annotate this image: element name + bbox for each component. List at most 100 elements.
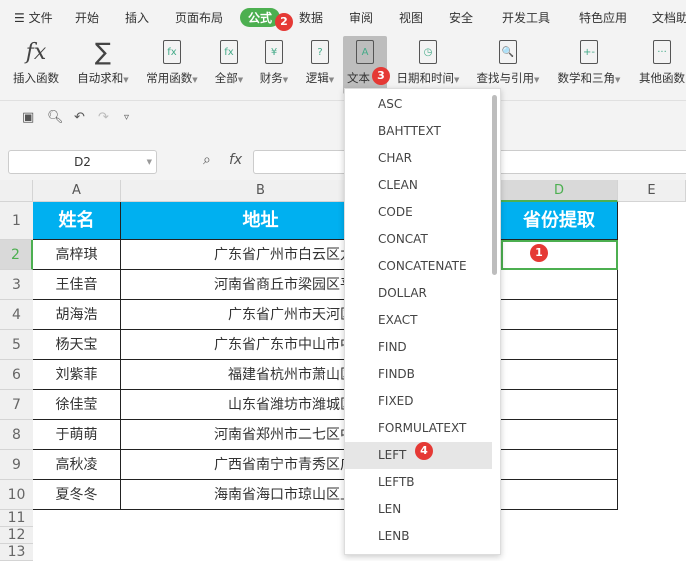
math-trig-button[interactable]: +- 数学和三角▼ [553, 36, 625, 90]
more-functions-button[interactable]: ··· 其他函数 [634, 36, 686, 90]
name-cell[interactable]: 高秋凌 [33, 450, 121, 480]
row-header[interactable]: 1 [0, 202, 33, 240]
name-cell[interactable]: 王佳音 [33, 270, 121, 300]
fx-icon: fx [25, 39, 47, 65]
star-book-icon: fx [163, 40, 181, 64]
tab-file[interactable]: ☰ 文件 [14, 9, 53, 26]
row-header[interactable]: 4 [0, 300, 33, 330]
quick-access-toolbar: ▣ 🔍︎ ↶ ↷ ▿ [0, 100, 686, 136]
select-all-corner[interactable] [0, 180, 33, 202]
lookup-reference-button[interactable]: 🔍 查找与引用▼ [472, 36, 544, 90]
step-badge-4: 4 [415, 442, 433, 460]
tab-special[interactable]: 特色应用 [579, 9, 627, 26]
menu-tabs: ☰ 文件 开始 插入 页面布局 公式 2 数据 审阅 视图 安全 开发工具 特色… [0, 0, 686, 36]
common-functions-button[interactable]: fx 常用函数▼ [142, 36, 202, 90]
fx-icon[interactable]: fx [229, 152, 242, 168]
text-functions-button[interactable]: A 文本 [343, 36, 387, 94]
spreadsheet-grid: A B C D E 12345678910111213 姓名地址省份提取高梓琪广… [0, 180, 686, 561]
header-province-cell[interactable]: 省份提取 [501, 202, 618, 240]
row-header[interactable]: 10 [0, 480, 33, 510]
dots-book-icon: ··· [653, 40, 671, 64]
tab-data[interactable]: 数据 [299, 9, 323, 26]
tab-insert[interactable]: 插入 [125, 9, 149, 26]
ribbon: fx 插入函数 ∑ 自动求和▼ fx 常用函数▼ fx 全部▼ ¥ 财务▼ ? 逻辑▼ A文… [0, 36, 686, 100]
function-item-exact[interactable]: EXACT [345, 307, 492, 334]
logical-button[interactable]: ? 逻辑▼ [302, 36, 338, 90]
tab-view[interactable]: 视图 [399, 9, 423, 26]
print-preview-icon[interactable]: 🔍︎ [47, 110, 64, 125]
customize-toolbar-icon[interactable]: ▿ [124, 112, 129, 123]
name-cell[interactable]: 于萌萌 [33, 420, 121, 450]
clock-book-icon: ◷ [419, 40, 437, 64]
province-cell[interactable] [501, 330, 618, 360]
row-header[interactable]: 5 [0, 330, 33, 360]
name-cell[interactable]: 高梓琪 [33, 240, 121, 270]
name-box[interactable]: D2 ▼ [8, 150, 157, 174]
selected-cell-d2[interactable] [501, 240, 618, 270]
row-header[interactable]: 13 [0, 544, 33, 561]
name-cell[interactable]: 胡海浩 [33, 300, 121, 330]
step-badge-2: 2 [275, 13, 293, 31]
redo-icon[interactable]: ↷ [98, 110, 109, 125]
all-functions-button[interactable]: fx 全部▼ [211, 36, 247, 90]
dropdown-scrollbar[interactable] [492, 95, 497, 275]
autosum-button[interactable]: ∑ 自动求和▼ [73, 36, 133, 90]
name-cell[interactable]: 徐佳莹 [33, 390, 121, 420]
financial-button[interactable]: ¥ 财务▼ [256, 36, 292, 90]
province-cell[interactable] [501, 300, 618, 330]
province-cell[interactable] [501, 390, 618, 420]
row-header[interactable]: 2 [0, 240, 33, 270]
plus-minus-book-icon: +- [580, 40, 598, 64]
row-header[interactable]: 3 [0, 270, 33, 300]
step-badge-3: 3 [372, 67, 390, 85]
function-item-find[interactable]: FIND [345, 334, 492, 361]
tab-doc-helper[interactable]: 文档助 [652, 9, 686, 26]
function-item-fixed[interactable]: FIXED [345, 388, 492, 415]
function-item-clean[interactable]: CLEAN [345, 172, 492, 199]
province-cell[interactable] [501, 360, 618, 390]
tab-review[interactable]: 审阅 [349, 9, 373, 26]
column-header-d[interactable]: D [501, 180, 618, 202]
step-badge-1: 1 [530, 244, 548, 262]
row-header[interactable]: 8 [0, 420, 33, 450]
function-item-asc[interactable]: ASC [345, 91, 492, 118]
province-cell[interactable] [501, 420, 618, 450]
row-header[interactable]: 9 [0, 450, 33, 480]
undo-icon[interactable]: ↶ [74, 110, 85, 125]
column-header-e[interactable]: E [618, 180, 686, 202]
function-item-code[interactable]: CODE [345, 199, 492, 226]
function-item-concatenate[interactable]: CONCATENATE [345, 253, 492, 280]
province-cell[interactable] [501, 450, 618, 480]
row-header[interactable]: 12 [0, 527, 33, 544]
zoom-search-icon[interactable]: ⌕ [203, 152, 211, 168]
function-item-char[interactable]: CHAR [345, 145, 492, 172]
name-cell[interactable]: 刘紫菲 [33, 360, 121, 390]
row-header[interactable]: 11 [0, 510, 33, 527]
function-item-dollar[interactable]: DOLLAR [345, 280, 492, 307]
row-header[interactable]: 6 [0, 360, 33, 390]
function-item-leftb[interactable]: LEFTB [345, 469, 492, 496]
column-header-a[interactable]: A [33, 180, 121, 202]
province-cell[interactable] [501, 480, 618, 510]
header-name-cell[interactable]: 姓名 [33, 202, 121, 240]
name-cell[interactable]: 杨天宝 [33, 330, 121, 360]
function-item-lenb[interactable]: LENB [345, 523, 492, 550]
name-cell[interactable]: 夏冬冬 [33, 480, 121, 510]
province-cell[interactable] [501, 270, 618, 300]
tab-security[interactable]: 安全 [449, 9, 473, 26]
yen-book-icon: ¥ [265, 40, 283, 64]
tab-developer[interactable]: 开发工具 [502, 9, 550, 26]
save-icon[interactable]: ▣ [22, 110, 34, 125]
function-item-concat[interactable]: CONCAT [345, 226, 492, 253]
function-item-findb[interactable]: FINDB [345, 361, 492, 388]
tab-page-layout[interactable]: 页面布局 [175, 9, 223, 26]
tab-formulas[interactable]: 公式 [240, 8, 281, 27]
function-item-formulatext[interactable]: FORMULATEXT [345, 415, 492, 442]
date-time-button[interactable]: ◷ 日期和时间▼ [392, 36, 464, 90]
row-header[interactable]: 7 [0, 390, 33, 420]
insert-function-button[interactable]: fx 插入函数 [10, 36, 62, 90]
tab-home[interactable]: 开始 [75, 9, 99, 26]
sum-icon: ∑ [94, 38, 112, 66]
function-item-len[interactable]: LEN [345, 496, 492, 523]
function-item-bahttext[interactable]: BAHTTEXT [345, 118, 492, 145]
